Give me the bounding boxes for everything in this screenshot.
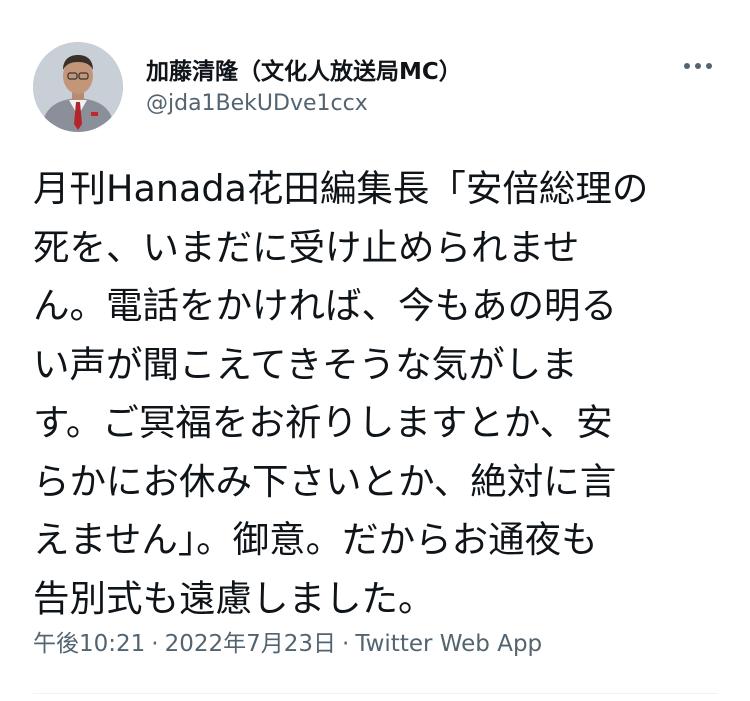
avatar-photo-icon: [33, 42, 123, 132]
tweet-line: 月刊Hanada花田編集長「安倍総理の: [33, 167, 649, 210]
tweet-time[interactable]: 午後10:21: [33, 631, 145, 657]
tweet-date[interactable]: 2022年7月23日: [165, 631, 336, 657]
tweet-container: 加藤清隆（文化人放送局MC） @jda1BekUDve1ccx 月刊Hanada…: [0, 0, 750, 701]
author-name[interactable]: 加藤清隆（文化人放送局MC）: [146, 52, 462, 86]
tweet-line: す。ご冥福をお祈りしますとか、安: [33, 401, 613, 444]
tweet-line: 死を、いまだに受け止められませ: [33, 225, 580, 269]
author-handle[interactable]: @jda1BekUDve1ccx: [146, 91, 368, 116]
tweet-line: えません」。御意。だからお通夜も: [33, 518, 598, 561]
avatar[interactable]: [33, 42, 123, 132]
tweet-text: 月刊Hanada花田編集長「安倍総理の 死を、いまだに受け止められませ ん。電話をか…: [33, 160, 723, 628]
more-button[interactable]: [676, 52, 720, 80]
tweet-line: 告別式も遠慮しました。: [33, 576, 435, 620]
tweet-meta: 午後10:21 · 2022年7月23日 · Twitter Web App: [33, 624, 542, 658]
tweet-line: い声が聞こえてきそうな気がしま: [33, 342, 578, 386]
tweet-line: ん。電話をかければ、今もあの明る: [33, 284, 617, 327]
more-horizontal-icon: [684, 63, 712, 69]
meta-separator: ·: [151, 631, 159, 657]
tweet-source[interactable]: Twitter Web App: [355, 631, 542, 657]
divider: [33, 693, 718, 694]
tweet-line: らかにお休み下さいとか、絶対に言: [33, 459, 617, 503]
meta-separator: ·: [342, 631, 350, 657]
